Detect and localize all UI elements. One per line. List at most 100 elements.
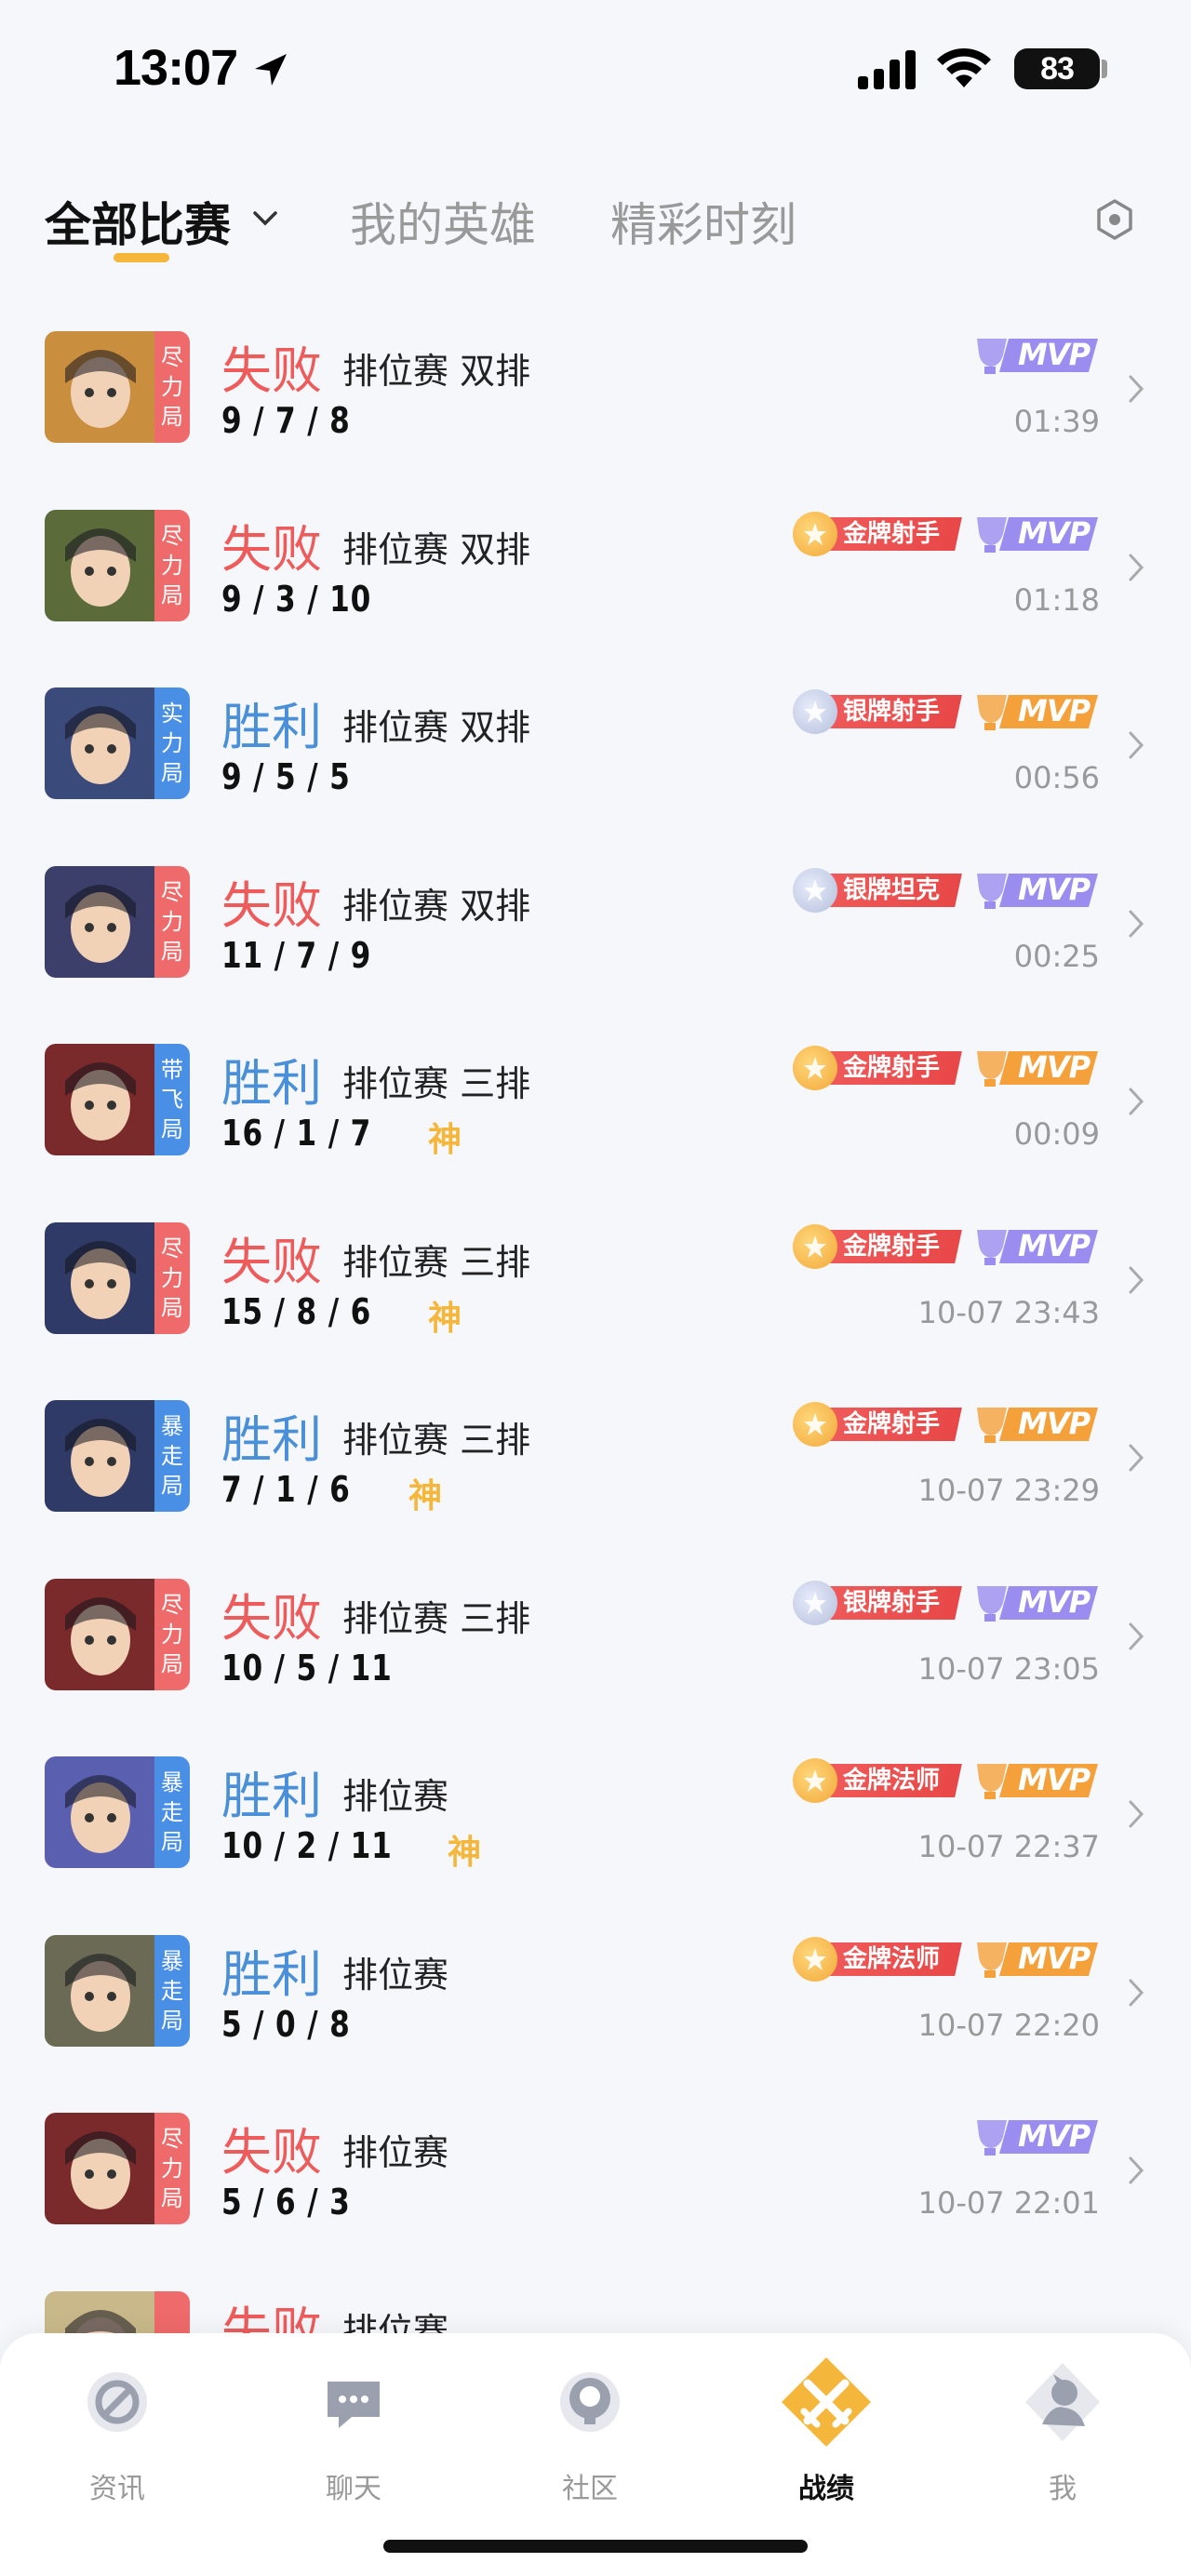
nav-community-label: 社区 (562, 2473, 618, 2505)
match-row[interactable]: 尽力局失败 排位赛 双排 9 / 7 / 8 MVP 01:39 (0, 298, 1191, 476)
mvp-badge: MVP (971, 512, 1100, 556)
match-result: 失败 (221, 1588, 322, 1648)
gold-medal-badge: 金牌射手 (793, 1046, 962, 1090)
hero-portrait-icon (45, 1400, 156, 1512)
silver-medal-badge: 银牌射手 (793, 1580, 962, 1625)
news-icon (87, 2372, 147, 2432)
mvp-gold-badge: MVP (971, 1937, 1100, 1982)
hero-portrait-icon (45, 865, 156, 978)
match-row[interactable]: 尽力局失败 排位赛 5 / 6 / 3 MVP 10-07 22:01 (0, 2079, 1191, 2258)
chevron-right-icon[interactable] (1126, 1085, 1146, 1118)
medal-label: 银牌坦克 (823, 873, 962, 907)
mvp-label: MVP (1018, 1940, 1091, 1976)
tab-active-indicator (114, 253, 169, 262)
medal-icon (793, 867, 837, 913)
medal-icon (793, 1402, 837, 1447)
chevron-right-icon[interactable] (1126, 1441, 1146, 1475)
hero-avatar: 暴走局 (45, 1756, 190, 1868)
tab-my-heroes[interactable]: 我的英雄 (350, 188, 536, 255)
chat-icon (328, 2382, 380, 2428)
chevron-right-icon[interactable] (1126, 372, 1146, 406)
tab-all-matches[interactable]: 全部比赛 (45, 188, 231, 255)
battery-cap (1102, 60, 1107, 78)
chevron-right-icon[interactable] (1126, 1263, 1146, 1297)
match-type-tag: 尽力局 (154, 509, 190, 621)
match-row[interactable]: 暴走局胜利 排位赛 10 / 2 / 11 神 MVP 金牌法师 10-07 22:37 (0, 1723, 1191, 1902)
gold-medal-badge: 金牌射手 (793, 1223, 962, 1269)
mvp-label: MVP (1018, 693, 1091, 728)
match-result: 胜利 (221, 1944, 322, 2004)
hero-portrait-icon (45, 509, 156, 621)
mvp-label: MVP (1018, 1049, 1091, 1085)
match-type-tag: 带飞局 (154, 1044, 190, 1155)
settings-hexagon-icon[interactable] (1094, 197, 1135, 242)
tab-highlights[interactable]: 精彩时刻 (610, 188, 796, 255)
chevron-right-icon[interactable] (1126, 728, 1146, 762)
medal-label: 金牌法师 (823, 1942, 962, 1976)
medal-label: 银牌射手 (823, 1585, 962, 1620)
match-type-tag: 暴走局 (154, 1400, 190, 1512)
match-time: 10-07 22:37 (917, 1829, 1100, 1864)
hero-portrait-icon (45, 1578, 156, 1690)
mvp-label: MVP (1018, 337, 1091, 372)
match-row[interactable]: 尽力局失败 排位赛 三排 15 / 8 / 6 神 MVP 金牌射手 10-07 23:43 (0, 1189, 1191, 1368)
medal-title: 金牌射手 (843, 1410, 941, 1438)
match-row[interactable]: 实力局胜利 排位赛 双排 9 / 5 / 5 MVP 银牌射手 00:56 (0, 654, 1191, 833)
cellular-signal-icon (858, 50, 916, 89)
match-row[interactable]: 尽力局失败 排位赛 双排 9 / 3 / 10 MVP 金牌射手 01:18 (0, 476, 1191, 655)
match-kda: 5 / 0 / 8 (221, 2003, 351, 2045)
location-arrow-icon (255, 54, 287, 86)
match-result: 失败 (221, 2123, 322, 2182)
medal-title: 银牌射手 (843, 698, 941, 726)
chevron-right-icon[interactable] (1126, 1797, 1146, 1831)
chevron-right-icon[interactable] (1126, 907, 1146, 941)
medal-icon (793, 511, 837, 556)
nav-news[interactable]: 资讯 (43, 2356, 192, 2514)
mvp-label: MVP (1018, 1227, 1091, 1263)
chevron-right-icon[interactable] (1126, 1976, 1146, 2009)
mvp-gold-badge: MVP (971, 689, 1100, 734)
chevron-down-icon[interactable] (249, 207, 281, 229)
medal-title: 银牌射手 (843, 1588, 941, 1617)
match-row[interactable]: 暴走局胜利 排位赛 5 / 0 / 8 MVP 金牌法师 10-07 22:20 (0, 1902, 1191, 2080)
chevron-right-icon[interactable] (1126, 2154, 1146, 2187)
mvp-gold-badge: MVP (971, 1758, 1100, 1803)
match-result: 失败 (221, 341, 322, 400)
match-time: 10-07 22:20 (917, 2007, 1100, 2043)
hero-avatar: 暴走局 (45, 1400, 190, 1512)
match-kda: 9 / 3 / 10 (221, 578, 372, 620)
chevron-right-icon[interactable] (1126, 1620, 1146, 1653)
mvp-label: MVP (1018, 871, 1091, 907)
match-row[interactable]: 尽力局失败 排位赛 三排 10 / 5 / 11 MVP 银牌射手 10-07 23:05 (0, 1545, 1191, 1724)
nav-chat[interactable]: 聊天 (279, 2356, 428, 2514)
god-badge: 神 (428, 1299, 462, 1338)
gold-medal-badge: 金牌法师 (793, 1936, 962, 1982)
mvp-badge: MVP (971, 333, 1100, 378)
medal-label: 金牌射手 (823, 1408, 962, 1441)
match-type-tag: 尽力局 (154, 1221, 190, 1334)
hero-avatar: 暴走局 (45, 1934, 190, 2047)
nav-records[interactable]: 战绩 (752, 2356, 901, 2514)
match-time: 10-07 23:05 (917, 1650, 1100, 1687)
match-row[interactable]: 暴走局胜利 排位赛 三排 7 / 1 / 6 神 MVP 金牌射手 10-07 23:29 (0, 1367, 1191, 1545)
hero-avatar: 尽力局 (45, 331, 190, 443)
match-kda: 10 / 2 / 11 (221, 1825, 393, 1866)
nav-me[interactable]: 我 (988, 2356, 1137, 2514)
medal-label: 金牌法师 (823, 1764, 962, 1797)
medal-icon (793, 1936, 837, 1982)
match-row[interactable]: 带飞局胜利 排位赛 三排 16 / 1 / 7 神 MVP 金牌射手 00:09 (0, 1010, 1191, 1189)
mvp-label: MVP (1018, 1583, 1091, 1620)
medal-icon (793, 1580, 837, 1625)
record-icon (782, 2357, 871, 2447)
chevron-right-icon[interactable] (1126, 551, 1146, 584)
match-time: 00:09 (1013, 1116, 1100, 1152)
match-row[interactable]: 尽力局失败 排位赛 双排 11 / 7 / 9 MVP 银牌坦克 00:25 (0, 833, 1191, 1011)
match-mode: 排位赛 三排 (342, 1597, 531, 1639)
hero-avatar: 带飞局 (45, 1044, 190, 1155)
nav-community[interactable]: 社区 (515, 2356, 664, 2514)
gold-medal-badge: 金牌射手 (793, 511, 962, 556)
match-mode: 排位赛 双排 (342, 707, 531, 748)
medal-title: 金牌法师 (843, 1944, 941, 1973)
match-result: 胜利 (221, 1410, 322, 1469)
match-result: 胜利 (221, 1054, 322, 1113)
